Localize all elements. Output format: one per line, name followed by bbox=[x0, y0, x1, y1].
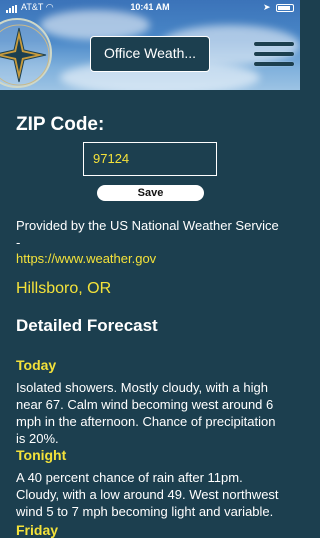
status-time: 10:41 AM bbox=[130, 2, 170, 12]
battery-icon bbox=[276, 3, 294, 12]
compass-star-icon bbox=[0, 18, 52, 88]
forecast-title: Detailed Forecast bbox=[16, 316, 158, 335]
period-name-today: Today bbox=[16, 357, 57, 373]
status-right: ➤ bbox=[263, 2, 294, 13]
location-arrow-icon: ➤ bbox=[262, 2, 271, 12]
provided-by-text: Provided by the US National Weather Serv… bbox=[16, 218, 279, 250]
period-name-friday: Friday bbox=[16, 522, 59, 538]
save-button[interactable]: Save bbox=[97, 185, 204, 201]
location-name: Hillsboro, OR bbox=[16, 280, 112, 297]
hamburger-menu-icon[interactable] bbox=[254, 42, 294, 70]
weather-gov-link[interactable]: https://www.weather.gov bbox=[16, 251, 156, 266]
zip-input[interactable]: 97124 bbox=[83, 142, 217, 176]
status-bar: AT&T ◠ 10:41 AM ➤ bbox=[0, 0, 300, 16]
period-text-tonight: A 40 percent chance of rain after 11pm. … bbox=[16, 470, 279, 519]
zip-label: ZIP Code: bbox=[16, 114, 105, 135]
period-name-tonight: Tonight bbox=[16, 447, 67, 463]
period-text-today: Isolated showers. Mostly cloudy, with a … bbox=[16, 380, 276, 446]
office-select-button[interactable]: Office Weath... bbox=[90, 36, 210, 72]
